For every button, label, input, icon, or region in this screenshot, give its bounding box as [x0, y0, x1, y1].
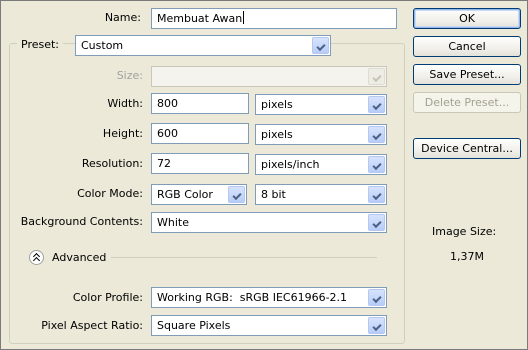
delete-preset-button: Delete Preset... [413, 92, 521, 113]
height-input[interactable]: 600 [151, 123, 249, 144]
chevron-down-icon[interactable] [368, 317, 385, 334]
resolution-unit-select[interactable]: pixels/inch [255, 154, 387, 175]
height-unit-select[interactable]: pixels [255, 124, 387, 145]
pixel-aspect-ratio-select[interactable]: Square Pixels [151, 315, 387, 336]
device-central-button[interactable]: Device Central... [413, 138, 521, 159]
resolution-label: Resolution: [81, 157, 143, 170]
image-size-value: 1,37M [450, 250, 484, 263]
name-label: Name: [104, 11, 141, 24]
advanced-label: Advanced [52, 251, 107, 264]
height-label: Height: [102, 127, 143, 140]
cancel-button[interactable]: Cancel [413, 36, 521, 57]
name-value: Membuat Awan [157, 12, 243, 25]
size-select [151, 66, 387, 87]
chevron-down-icon[interactable] [312, 37, 329, 54]
save-preset-button[interactable]: Save Preset... [413, 64, 521, 85]
chevron-down-icon[interactable] [368, 126, 385, 143]
color-profile-label: Color Profile: [72, 291, 143, 304]
pixel-aspect-ratio-label: Pixel Aspect Ratio: [41, 319, 143, 332]
color-mode-select[interactable]: RGB Color [151, 184, 247, 205]
preset-select[interactable]: Custom [75, 35, 331, 56]
preset-label: Preset: [17, 37, 64, 53]
new-document-dialog: Name: Membuat Awan Preset: Custom Size: … [0, 0, 528, 350]
bit-depth-select[interactable]: 8 bit [255, 184, 387, 205]
chevron-down-icon[interactable] [228, 186, 245, 203]
background-contents-label: Background Contents: [20, 215, 143, 228]
preset-value: Custom [81, 39, 124, 52]
color-profile-select[interactable]: Working RGB: sRGB IEC61966-2.1 [151, 287, 387, 308]
name-input[interactable]: Membuat Awan [151, 8, 397, 29]
ok-button[interactable]: OK [413, 8, 521, 29]
chevron-up-icon [32, 256, 41, 265]
background-contents-select[interactable]: White [151, 212, 387, 233]
resolution-input[interactable]: 72 [151, 153, 249, 174]
chevron-down-icon [368, 68, 385, 85]
chevron-down-icon[interactable] [368, 186, 385, 203]
width-input[interactable]: 800 [151, 93, 249, 114]
chevron-down-icon[interactable] [368, 156, 385, 173]
width-unit-select[interactable]: pixels [255, 94, 387, 115]
chevron-down-icon[interactable] [368, 289, 385, 306]
chevron-down-icon[interactable] [368, 214, 385, 231]
advanced-toggle-button[interactable] [29, 250, 44, 265]
text-caret [243, 11, 245, 24]
chevron-down-icon[interactable] [368, 96, 385, 113]
advanced-divider [111, 257, 377, 258]
color-mode-label: Color Mode: [77, 187, 143, 200]
image-size-label: Image Size: [432, 225, 497, 238]
width-label: Width: [107, 97, 143, 110]
size-label: Size: [116, 69, 143, 82]
